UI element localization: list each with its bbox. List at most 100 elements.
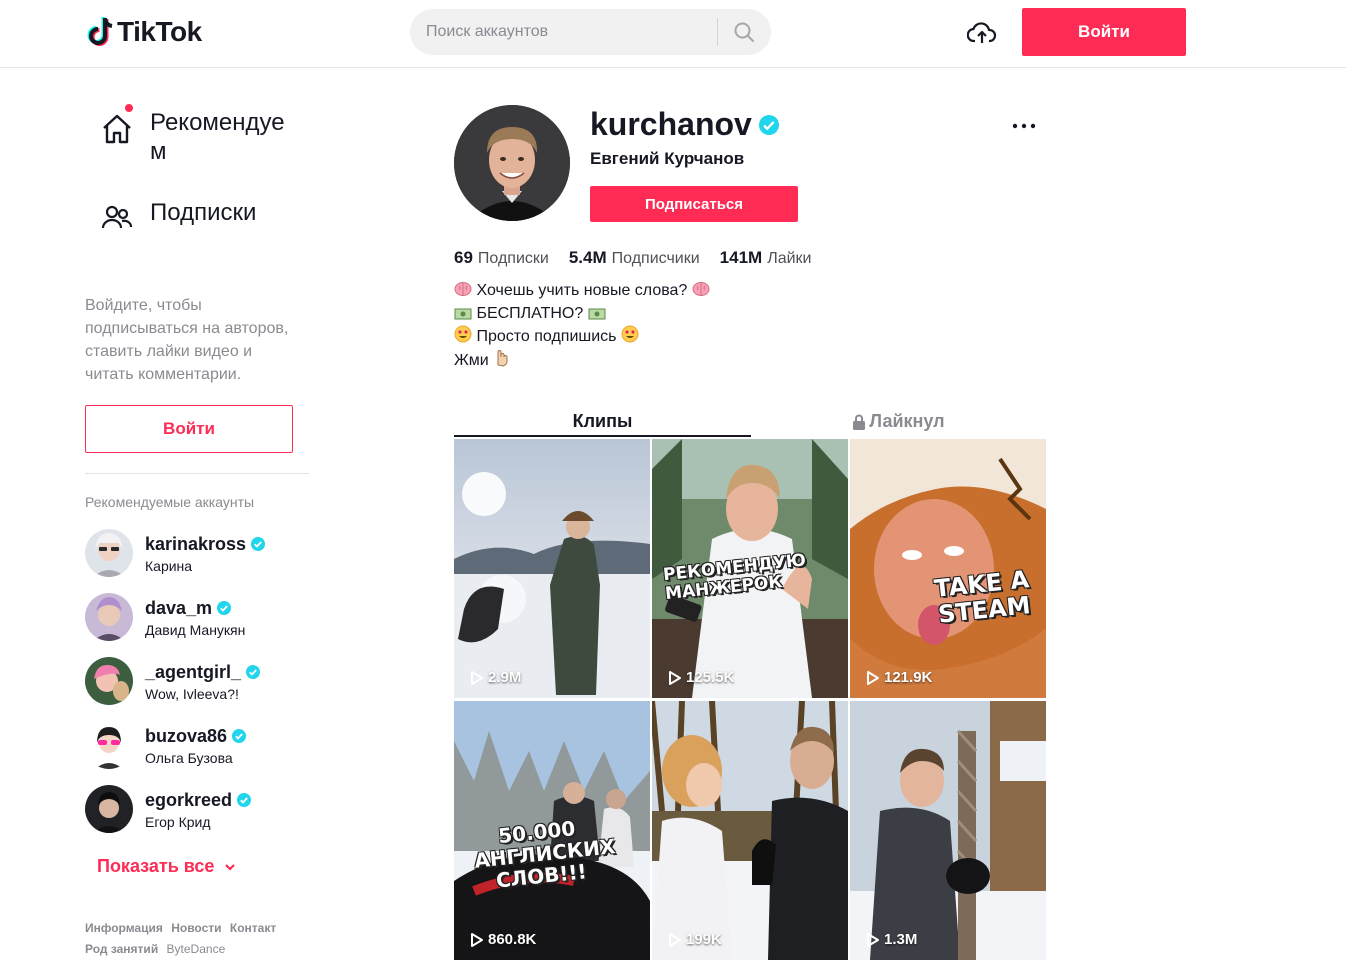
bio-text: Жми (454, 351, 489, 369)
pointing-hand-emoji-icon (497, 349, 508, 367)
play-icon (867, 932, 879, 947)
view-count-text: 860.8K (488, 931, 537, 948)
view-count: 121.9K (866, 669, 932, 686)
view-count: 1.3M (866, 931, 917, 948)
avatar (85, 529, 133, 577)
sidebar-login-button[interactable]: Войти (85, 405, 293, 453)
verified-badge-icon (237, 792, 252, 807)
account-name: Егор Крид (145, 813, 211, 830)
stat-likes: 141M Лайки (720, 248, 812, 268)
verified-badge-icon (758, 114, 779, 135)
play-icon (471, 932, 483, 947)
video-tile[interactable]: 199K (652, 701, 848, 960)
stat-following[interactable]: 69 Подписки (454, 248, 549, 268)
profile-handle-text: kurchanov (590, 106, 752, 142)
login-button[interactable]: Войти (1022, 8, 1186, 56)
video-thumbnail (652, 701, 848, 960)
brain-emoji-icon (692, 282, 710, 296)
footer-link-info[interactable]: Информация (85, 921, 163, 935)
footer-link-bytedance[interactable]: ByteDance (167, 942, 226, 956)
nav-following[interactable]: Подписки (100, 198, 310, 236)
account-handle: buzova86 (145, 725, 228, 746)
bio-line: БЕСПЛАТНО? (454, 303, 710, 326)
profile-handle: kurchanov (590, 106, 780, 143)
stat-value: 69 (454, 248, 473, 267)
account-handle: karinakross (145, 533, 247, 554)
home-icon (100, 104, 134, 146)
search-button[interactable] (718, 9, 770, 55)
video-tile[interactable]: 1.3M (850, 701, 1046, 960)
view-count: 2.9M (470, 669, 521, 686)
view-count-text: 2.9M (488, 669, 522, 686)
play-icon (669, 932, 681, 947)
users-icon (100, 202, 134, 236)
stat-label: Лайки (767, 250, 812, 267)
avatar (85, 593, 133, 641)
suggested-account[interactable]: _agentgirl_ Wow, Ivleeva?! (85, 656, 305, 706)
tiktok-logo[interactable]: TikTok (86, 14, 202, 50)
view-count-text: 199K (686, 931, 722, 948)
show-all-button[interactable]: Показать все (97, 856, 240, 877)
search-icon (734, 22, 754, 42)
logo-text: TikTok (117, 16, 202, 47)
view-count-text: 121.9K (884, 669, 933, 686)
more-dots-icon (1012, 123, 1036, 129)
tiktok-note-icon (87, 17, 113, 46)
suggested-account[interactable]: buzova86 Ольга Бузова (85, 720, 305, 770)
money-emoji-icon (588, 308, 606, 319)
upload-button[interactable] (966, 18, 998, 48)
verified-badge-icon (251, 536, 266, 551)
video-thumbnail (850, 701, 1046, 960)
suggested-account[interactable]: egorkreed Егор Крид (85, 784, 305, 834)
active-tab-indicator (454, 435, 751, 437)
footer-link-careers[interactable]: Род занятий (85, 942, 158, 956)
stat-followers[interactable]: 5.4M Подписчики (569, 248, 700, 268)
stat-value: 5.4M (568, 248, 607, 267)
video-tile[interactable]: 2.9M (454, 439, 650, 698)
heart-eyes-emoji-icon (621, 325, 639, 343)
notification-dot (125, 104, 133, 112)
view-count: 125.5K (668, 669, 734, 686)
search-input[interactable] (410, 9, 710, 55)
profile-name: Евгений Курчанов (590, 149, 745, 168)
account-handle: dava_m (145, 597, 213, 618)
verified-badge-icon (246, 664, 261, 679)
tab-liked[interactable]: Лайкнул (751, 406, 1046, 437)
suggested-account[interactable]: dava_m Давид Манукян (85, 592, 305, 642)
avatar (85, 721, 133, 769)
play-icon (669, 670, 681, 685)
profile-avatar (454, 105, 570, 221)
avatar (85, 657, 133, 705)
bio-text: БЕСПЛАТНО? (476, 304, 584, 322)
video-caption: TAKE A STEAM (932, 565, 1032, 630)
account-handle: _agentgirl_ (145, 661, 242, 682)
recommended-accounts-title: Рекомендуемые аккаунты (85, 494, 255, 510)
account-name: Давид Манукян (145, 621, 246, 638)
suggested-account[interactable]: karinakross Карина (85, 528, 305, 578)
footer-link-contact[interactable]: Контакт (230, 921, 276, 935)
video-caption: 50.000 АНГЛИСКИХ СЛОВ!!! (473, 816, 617, 893)
footer-link-news[interactable]: Новости (171, 921, 221, 935)
video-tile[interactable]: TAKE A STEAM 121.9K (850, 439, 1046, 698)
sidebar-divider (85, 473, 309, 474)
brain-emoji-icon (454, 282, 472, 296)
view-count: 860.8K (470, 931, 536, 948)
cloud-upload-icon (967, 22, 997, 43)
bio-line: Просто подпишись (454, 325, 710, 349)
view-count-text: 1.3M (884, 931, 918, 948)
stat-label: Подписки (477, 250, 549, 267)
heart-eyes-emoji-icon (454, 325, 472, 343)
tab-label: Лайкнул (869, 411, 945, 431)
tab-clips[interactable]: Клипы (454, 406, 751, 437)
show-all-label: Показать все (97, 856, 215, 876)
follow-button[interactable]: Подписаться (590, 186, 798, 222)
more-options-button[interactable] (1010, 112, 1038, 140)
search-bar (410, 9, 771, 55)
bio-text: Просто подпишись (476, 328, 617, 345)
account-name: Карина (145, 557, 193, 574)
verified-badge-icon (232, 728, 247, 743)
video-tile[interactable]: РЕКОМЕНДУЮ МАНЖЕРОК 125.5K (652, 439, 848, 698)
account-handle: egorkreed (145, 789, 233, 810)
nav-recommended[interactable]: Рекомендуем (100, 104, 310, 166)
video-tile[interactable]: 50.000 АНГЛИСКИХ СЛОВ!!! 860.8K (454, 701, 650, 960)
